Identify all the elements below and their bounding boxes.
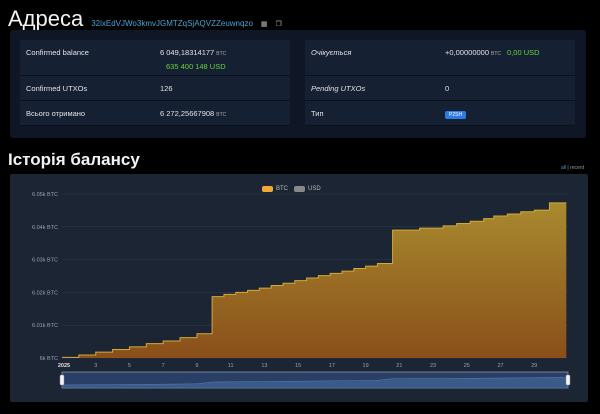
summary-right-table: Очікується +0,00000000 BTC 0,00 USD Pendin… <box>305 40 575 126</box>
x-tick-label: 13 <box>261 363 267 369</box>
total-received-value: 6 272,25667908 BTC <box>160 109 227 118</box>
chart-svg: 6k BTC 6.01k BTC 6.02k BTC 6.03k BTC 6.04k B… <box>32 192 571 389</box>
type-label: Тип <box>311 109 324 118</box>
zoom-selector: all | recent <box>561 165 584 171</box>
x-tick-label: 29 <box>531 363 537 369</box>
confirmed-utxos-value: 126 <box>160 84 173 93</box>
confirmed-balance-label: Confirmed balance <box>26 48 89 57</box>
address-link[interactable]: 32ixEdVJWo3kmvJGMTZqSjAQVZZeuwnqzo <box>91 19 253 28</box>
pending-label: Очікується <box>311 48 352 57</box>
legend-swatch-usd <box>294 186 305 192</box>
table-row: Pending UTXOs 0 <box>305 76 575 101</box>
page-header: Адреса 32ixEdVJWo3kmvJGMTZqSjAQVZZeuwnqz… <box>8 6 282 32</box>
confirmed-balance-usd: 635 400 148 USD <box>166 62 226 71</box>
x-tick-label: 19 <box>363 363 369 369</box>
balance-history-chart: 6k BTC 6.01k BTC 6.02k BTC 6.03k BTC 6.04k B… <box>10 174 588 402</box>
y-tick-label: 6.05k BTC <box>32 192 58 198</box>
chart-legend: BTC USD <box>262 186 321 192</box>
x-tick-label: 25 <box>464 363 470 369</box>
btc-unit: BTC <box>216 112 227 118</box>
x-tick-label: 17 <box>329 363 335 369</box>
pending-usd: 0,00 USD <box>507 48 540 57</box>
confirmed-utxos-label: Confirmed UTXOs <box>26 84 88 93</box>
pending-utxos-label: Pending UTXOs <box>311 84 366 93</box>
x-tick-label: 21 <box>396 363 402 369</box>
y-tick-label: 6.01k BTC <box>32 323 58 329</box>
total-received-label: Всього отримано <box>26 109 86 118</box>
table-row: Confirmed balance 6 049,18314177 BTC 635 … <box>20 40 290 76</box>
copy-icon[interactable]: ❐ <box>276 20 282 28</box>
summary-left-table: Confirmed balance 6 049,18314177 BTC 635 … <box>20 40 290 126</box>
y-tick-label: 6k BTC <box>40 356 58 362</box>
zoom-separator: | <box>567 165 569 171</box>
btc-unit: BTC <box>216 51 227 57</box>
x-tick-label: 15 <box>295 363 301 369</box>
x-tick-label: 7 <box>162 363 165 369</box>
zoom-recent-link[interactable]: recent <box>570 165 584 171</box>
address-summary-panel: Confirmed balance 6 049,18314177 BTC 635 … <box>10 30 586 138</box>
legend-item-usd[interactable]: USD <box>294 186 321 192</box>
y-tick-label: 6.02k BTC <box>32 290 58 296</box>
x-tick-label: 5 <box>128 363 131 369</box>
confirmed-balance-value: 6 049,18314177 BTC <box>160 48 227 57</box>
table-row: Тип P2SH <box>305 101 575 126</box>
zoom-all-link[interactable]: all <box>561 165 566 171</box>
x-tick-label: 9 <box>195 363 198 369</box>
pending-value: +0,00000000 BTC 0,00 USD <box>445 48 540 57</box>
qr-code-icon[interactable]: ▦ <box>261 20 268 28</box>
y-tick-label: 6.03k BTC <box>32 258 58 264</box>
x-tick-label: 11 <box>228 363 234 369</box>
table-row: Confirmed UTXOs 126 <box>20 76 290 101</box>
y-tick-label: 6.04k BTC <box>32 225 58 231</box>
x-tick-label: 3 <box>94 363 97 369</box>
address-type-badge: P2SH <box>445 111 467 119</box>
page-title: Адреса <box>8 6 84 31</box>
table-row: Всього отримано 6 272,25667908 BTC <box>20 101 290 126</box>
legend-item-btc[interactable]: BTC <box>262 186 288 192</box>
navigator-handle-right[interactable] <box>565 374 571 386</box>
navigator-handle-left[interactable] <box>59 374 65 386</box>
x-tick-label: 27 <box>497 363 503 369</box>
legend-swatch-btc <box>262 186 273 192</box>
x-tick-label: 2025 <box>58 363 70 369</box>
x-tick-label: 23 <box>430 363 436 369</box>
table-row: Очікується +0,00000000 BTC 0,00 USD <box>305 40 575 76</box>
pending-utxos-value: 0 <box>445 84 450 93</box>
btc-unit: BTC <box>491 51 502 57</box>
balance-history-title: Історія балансу <box>8 150 140 169</box>
btc-series-area <box>62 202 567 358</box>
